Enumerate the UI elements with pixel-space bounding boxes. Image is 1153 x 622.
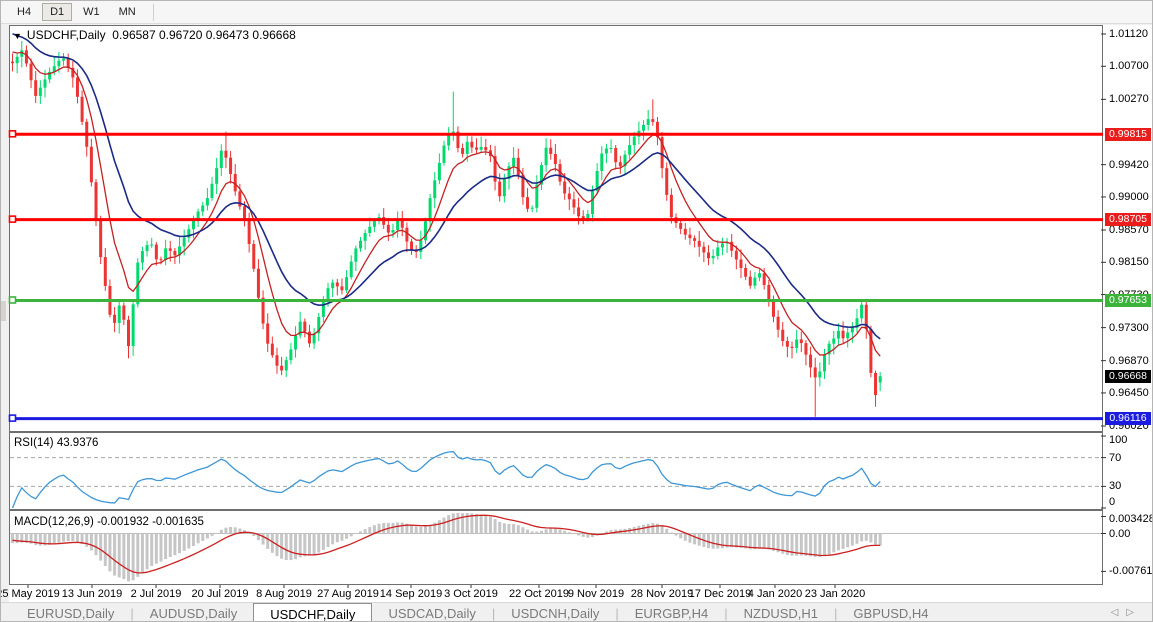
date-label: 20 Jul 2019 xyxy=(192,588,249,600)
date-label: 3 Oct 2019 xyxy=(444,588,498,600)
rsi-axis-label: 30 xyxy=(1109,480,1121,492)
rsi-axis-label: 0 xyxy=(1109,496,1115,508)
symbol-dropdown-icon[interactable]: ▼ xyxy=(13,31,22,41)
rsi-axis-label: 100 xyxy=(1109,434,1127,446)
date-label: 25 May 2019 xyxy=(0,588,60,600)
date-label: 17 Dec 2019 xyxy=(689,588,751,600)
macd-axis-label: 0.003428 xyxy=(1109,513,1153,525)
price-tick-label: 1.01120 xyxy=(1109,28,1148,40)
date-label: 23 Jan 2020 xyxy=(805,588,866,600)
tab-scroll-left-icon[interactable]: ◁ xyxy=(1111,607,1127,618)
toolbar-separator xyxy=(153,4,154,21)
price-badge: 0.96116 xyxy=(1105,412,1151,425)
terminal-window: H4D1W1MN ▼ USDCHF,Daily 0.96587 0.96720 0… xyxy=(0,0,1153,622)
chart-tab-eurusd[interactable]: EURUSD,Daily xyxy=(11,603,130,622)
date-label: 28 Nov 2019 xyxy=(631,588,693,600)
chart-tab-gbpusd[interactable]: GBPUSD,H4 xyxy=(837,603,944,622)
price-tick-label: 0.96870 xyxy=(1109,355,1149,367)
date-label: 4 Jan 2020 xyxy=(748,588,802,600)
date-label: 2 Jul 2019 xyxy=(131,588,182,600)
tab-scroll-arrows: ◁▷ xyxy=(1111,607,1142,618)
date-label: 8 Aug 2019 xyxy=(256,588,312,600)
chart-tab-usdcnh[interactable]: USDCNH,Daily xyxy=(495,603,615,622)
price-tick-label: 0.97300 xyxy=(1109,322,1149,334)
chart-ohlc-values: 0.96587 0.96720 0.96473 0.96668 xyxy=(112,28,296,42)
chart-tab-bar: EURUSD,Daily|AUDUSD,DailyUSDCHF,DailyUSD… xyxy=(1,602,1153,622)
date-label: 14 Sep 2019 xyxy=(380,588,442,600)
chart-tab-nzdusd[interactable]: NZDUSD,H1 xyxy=(728,603,834,622)
chart-tab-audusd[interactable]: AUDUSD,Daily xyxy=(134,603,253,622)
price-badge: 0.96668 xyxy=(1105,370,1151,383)
price-badge: 0.99815 xyxy=(1105,128,1151,141)
chart-canvas[interactable] xyxy=(1,1,1153,622)
timeframe-button-mn[interactable]: MN xyxy=(111,3,144,21)
line-handle xyxy=(10,297,16,303)
chart-tab-usdchf[interactable]: USDCHF,Daily xyxy=(253,603,372,622)
chart-tab-usdcad[interactable]: USDCAD,Daily xyxy=(372,603,491,622)
price-tick-label: 1.00700 xyxy=(1109,60,1149,72)
rsi-label: RSI(14) 43.9376 xyxy=(14,437,98,449)
date-label: 9 Nov 2019 xyxy=(568,588,624,600)
macd-label: MACD(12,26,9) -0.001932 -0.001635 xyxy=(14,516,204,528)
window-splitter-handle[interactable] xyxy=(1,301,6,321)
price-badge: 0.98705 xyxy=(1105,213,1151,226)
timeframe-button-d1[interactable]: D1 xyxy=(42,3,72,21)
date-label: 27 Aug 2019 xyxy=(317,588,379,600)
line-handle xyxy=(10,131,16,137)
line-handle xyxy=(10,415,16,421)
rsi-axis-label: 70 xyxy=(1109,452,1121,464)
date-label: 13 Jun 2019 xyxy=(62,588,123,600)
chart-tab-eurgbp[interactable]: EURGBP,H4 xyxy=(619,603,724,622)
price-tick-label: 0.96450 xyxy=(1109,387,1149,399)
price-badge: 0.97653 xyxy=(1105,294,1151,307)
price-tick-label: 1.00270 xyxy=(1109,93,1149,105)
tab-scroll-right-icon[interactable]: ▷ xyxy=(1126,607,1142,618)
price-tick-label: 0.99000 xyxy=(1109,191,1149,203)
timeframe-toolbar: H4D1W1MN xyxy=(1,1,1153,24)
timeframe-button-w1[interactable]: W1 xyxy=(75,3,108,21)
macd-axis-label: 0.00 xyxy=(1109,528,1130,540)
chart-symbol-label: USDCHF,Daily xyxy=(27,28,106,42)
price-tick-label: 0.99420 xyxy=(1109,159,1149,171)
line-handle xyxy=(10,216,16,222)
date-label: 22 Oct 2019 xyxy=(509,588,569,600)
macd-axis-label: -0.007615 xyxy=(1109,565,1153,577)
chart-title: ▼ USDCHF,Daily 0.96587 0.96720 0.96473 0.… xyxy=(13,28,296,42)
price-tick-label: 0.98150 xyxy=(1109,256,1149,268)
timeframe-button-h4[interactable]: H4 xyxy=(9,3,39,21)
